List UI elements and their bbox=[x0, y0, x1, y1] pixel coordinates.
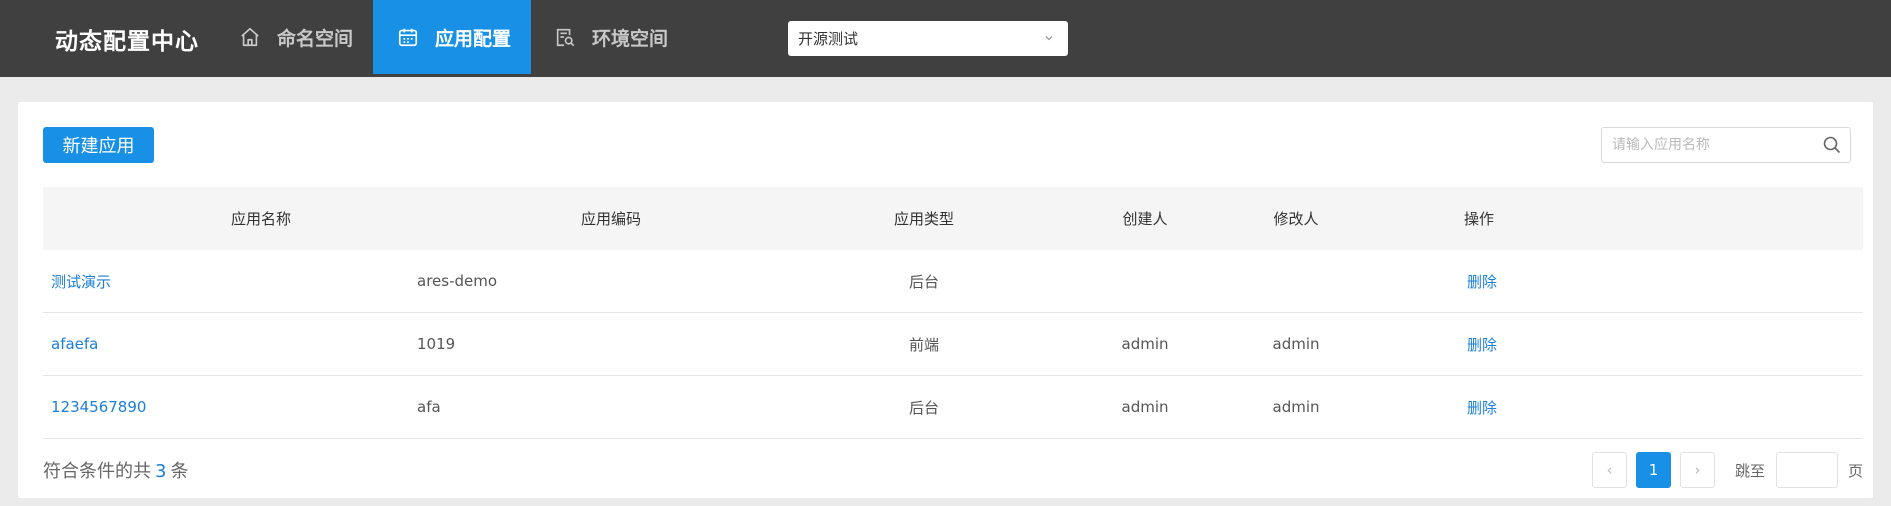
environment-select-value: 开源测试 bbox=[798, 30, 859, 48]
jump-page-input[interactable] bbox=[1776, 452, 1838, 488]
app-name-link[interactable]: afaefa bbox=[51, 313, 98, 375]
table-row: 测试演示 ares-demo 后台 删除 bbox=[43, 250, 1863, 313]
column-header-creator: 创建人 bbox=[1122, 210, 1168, 228]
table-row: afaefa 1019 前端 admin admin 删除 bbox=[43, 313, 1863, 376]
app-brand-title: 动态配置中心 bbox=[55, 29, 199, 55]
nav-item-app-config[interactable]: 应用配置 bbox=[373, 0, 531, 74]
app-table: 应用名称 应用编码 应用类型 创建人 修改人 操作 测试演示 ares-demo… bbox=[43, 187, 1863, 439]
new-app-button[interactable]: 新建应用 bbox=[43, 127, 154, 163]
modifier-cell: admin bbox=[1272, 398, 1320, 416]
column-header-actions: 操作 bbox=[1463, 210, 1495, 228]
chevron-down-icon bbox=[1042, 31, 1056, 45]
app-type-cell: 前端 bbox=[908, 335, 940, 354]
total-count: 3 bbox=[155, 461, 167, 482]
app-code-cell: 1019 bbox=[417, 335, 456, 353]
total-count-text: 符合条件的共 3 条 bbox=[43, 457, 188, 483]
nav-item-label: 应用配置 bbox=[435, 27, 512, 50]
app-search-box bbox=[1601, 127, 1851, 163]
app-name-link[interactable]: 测试演示 bbox=[51, 250, 111, 312]
column-header-app-type: 应用类型 bbox=[893, 210, 955, 228]
prev-page-button[interactable]: ‹ bbox=[1592, 452, 1627, 488]
nav-item-environment[interactable]: 环境空间 bbox=[554, 0, 668, 74]
nav-item-label: 命名空间 bbox=[277, 27, 354, 50]
delete-link[interactable]: 删除 bbox=[1467, 376, 1497, 438]
column-header-app-code: 应用编码 bbox=[580, 210, 642, 228]
page-number-button[interactable]: 1 bbox=[1636, 452, 1671, 488]
app-type-cell: 后台 bbox=[908, 398, 940, 417]
column-header-modifier: 修改人 bbox=[1273, 210, 1319, 228]
creator-cell: admin bbox=[1121, 335, 1169, 353]
search-document-icon bbox=[554, 26, 576, 48]
creator-cell: admin bbox=[1121, 398, 1169, 416]
app-search-input[interactable] bbox=[1602, 128, 1812, 162]
delete-link[interactable]: 删除 bbox=[1467, 250, 1497, 312]
app-code-cell: afa bbox=[417, 398, 441, 416]
environment-select[interactable]: 开源测试 bbox=[788, 21, 1068, 56]
table-row: 1234567890 afa 后台 admin admin 删除 bbox=[43, 376, 1863, 439]
column-header-app-name: 应用名称 bbox=[230, 210, 292, 228]
app-type-cell: 后台 bbox=[908, 272, 940, 291]
delete-link[interactable]: 删除 bbox=[1467, 313, 1497, 375]
app-code-cell: ares-demo bbox=[417, 272, 498, 290]
calendar-icon bbox=[397, 26, 419, 48]
modifier-cell: admin bbox=[1272, 335, 1320, 353]
home-icon bbox=[239, 26, 261, 48]
total-prefix: 符合条件的共 bbox=[43, 461, 151, 482]
total-suffix: 条 bbox=[170, 461, 189, 482]
search-icon[interactable] bbox=[1822, 135, 1842, 155]
app-name-link[interactable]: 1234567890 bbox=[51, 376, 146, 438]
nav-item-namespace[interactable]: 命名空间 bbox=[239, 0, 353, 74]
table-header: 应用名称 应用编码 应用类型 创建人 修改人 操作 bbox=[43, 187, 1863, 250]
nav-item-label: 环境空间 bbox=[592, 27, 669, 50]
top-navigation-bar: 动态配置中心 命名空间 应用配置 环境空间 开源测试 bbox=[0, 0, 1891, 77]
jump-to-label: 跳至 bbox=[1735, 461, 1766, 480]
page-unit-label: 页 bbox=[1848, 461, 1864, 480]
next-page-button[interactable]: › bbox=[1680, 452, 1715, 488]
app-list-card: 新建应用 应用名称 应用编码 应用类型 创建人 修改人 操作 测试演示 ares… bbox=[18, 102, 1873, 498]
